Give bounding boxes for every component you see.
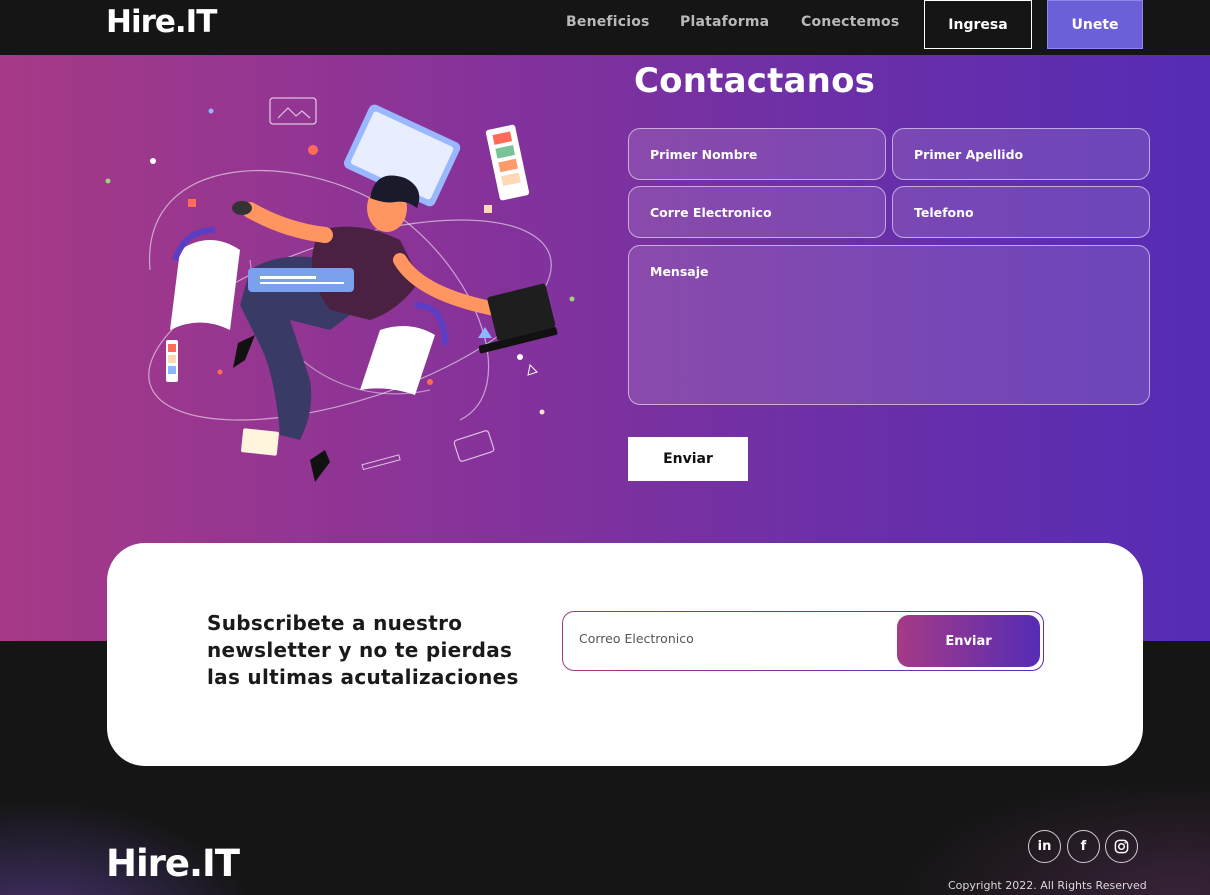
footer-logo[interactable]: Hire.IT bbox=[106, 842, 240, 885]
instagram-icon[interactable] bbox=[1105, 830, 1138, 863]
newsletter-text: Subscribete a nuestro newsletter y no te… bbox=[207, 611, 519, 689]
signup-button[interactable]: Unete bbox=[1047, 0, 1143, 49]
phone-field[interactable]: Telefono bbox=[892, 186, 1150, 238]
first-name-field[interactable]: Primer Nombre bbox=[628, 128, 886, 180]
last-name-field[interactable]: Primer Apellido bbox=[892, 128, 1150, 180]
logo[interactable]: Hire.IT bbox=[106, 4, 217, 40]
developer-illustration bbox=[105, 97, 575, 482]
facebook-icon[interactable]: f bbox=[1067, 830, 1100, 863]
newsletter-card: Subscribete a nuestro newsletter y no te… bbox=[107, 543, 1143, 766]
email-field[interactable]: Corre Electronico bbox=[628, 186, 886, 238]
contact-submit-button[interactable]: Enviar bbox=[628, 437, 748, 481]
newsletter-submit-button[interactable]: Enviar bbox=[897, 615, 1040, 667]
nav-link-conectemos[interactable]: Conectemos bbox=[801, 14, 899, 30]
linkedin-icon[interactable]: in bbox=[1028, 830, 1061, 863]
login-button[interactable]: Ingresa bbox=[924, 0, 1032, 49]
copyright-text: Copyright 2022. All Rights Reserved bbox=[948, 879, 1147, 892]
nav-link-beneficios[interactable]: Beneficios bbox=[566, 14, 650, 30]
nav-link-plataforma[interactable]: Plataforma bbox=[680, 14, 769, 30]
newsletter-form: Correo Electronico Enviar bbox=[562, 611, 1044, 671]
contact-title: Contactanos bbox=[634, 61, 876, 101]
navbar: Hire.IT Beneficios Plataforma Conectemos… bbox=[0, 0, 1210, 55]
message-field[interactable]: Mensaje bbox=[628, 245, 1150, 405]
newsletter-email-input[interactable]: Correo Electronico bbox=[579, 631, 694, 646]
